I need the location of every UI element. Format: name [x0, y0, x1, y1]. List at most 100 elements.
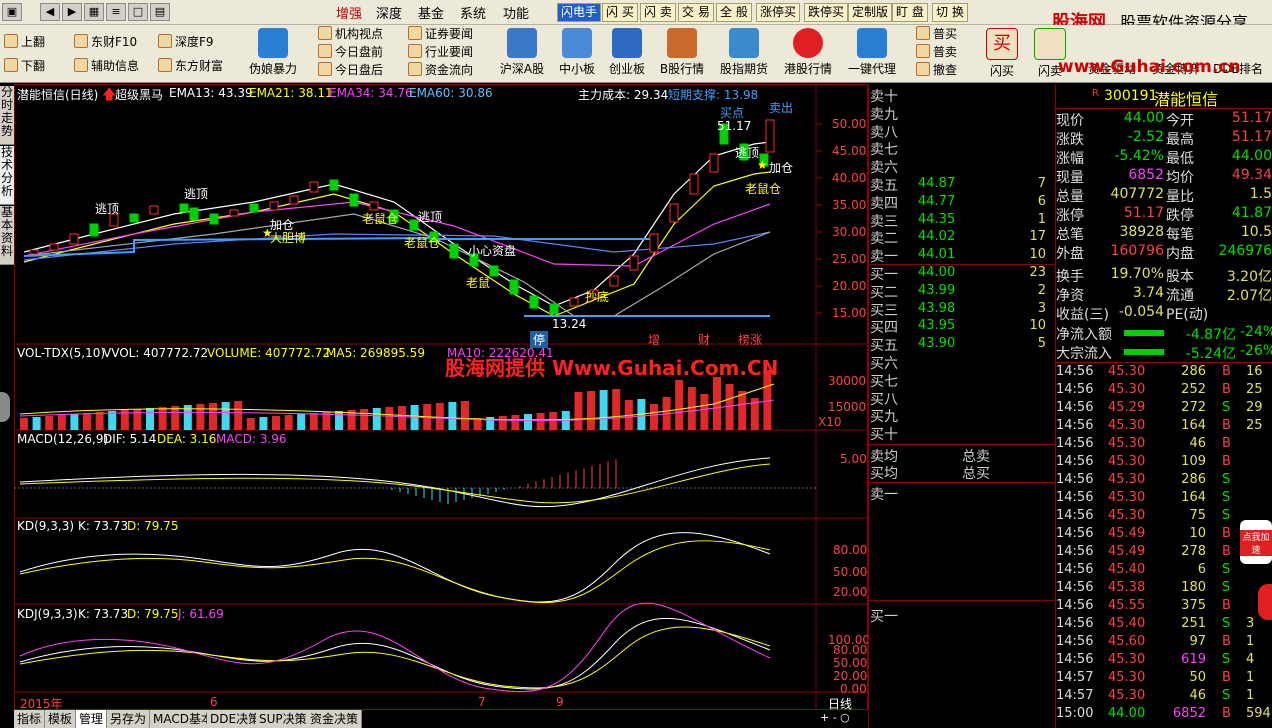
volume-bar — [587, 391, 595, 430]
zoom-controls[interactable]: + - ○ — [820, 711, 850, 724]
system-menu-icon[interactable]: ▣ — [2, 3, 22, 21]
forward-icon[interactable]: ▶ — [62, 3, 82, 21]
price-tick-15: 15.00 — [832, 306, 867, 320]
one-key-proxy-button[interactable]: 一键代理 — [842, 25, 902, 82]
volume-bar — [687, 387, 696, 430]
buy-icon — [916, 26, 930, 40]
buy-level-price[interactable]: 43.95 — [918, 318, 955, 333]
volume-bar — [700, 394, 709, 430]
volume-bar — [209, 403, 217, 430]
cancel-query-button[interactable]: 撤查 — [916, 61, 957, 79]
flash-sell-button[interactable]: 闪 卖 — [640, 3, 676, 22]
price-tick-35: 35.00 — [832, 198, 867, 212]
b-share-button[interactable]: B股行情 — [652, 25, 712, 82]
tick-volume: 10 — [1189, 526, 1206, 541]
inst-view-button[interactable]: 机构视点 — [318, 25, 383, 43]
shsz-a-button[interactable]: 沪深A股 — [492, 25, 552, 82]
post-market-button[interactable]: 今日盘后 — [318, 61, 383, 79]
menu-depth[interactable]: 深度 — [376, 3, 402, 22]
securities-news-button[interactable]: 证券要闻 — [408, 25, 473, 43]
flash-hand-button[interactable]: 闪电手 — [557, 3, 602, 22]
vol-scale: X10 — [818, 415, 842, 429]
pre-market-button[interactable]: 今日盘前 — [318, 43, 383, 61]
gem-board-button[interactable]: 创业板 — [597, 25, 657, 82]
normal-sell-button[interactable]: 普卖 — [916, 43, 957, 61]
kdj-title: KDJ(9,3,3) — [17, 607, 78, 621]
flash-buy-button[interactable]: 闪 买 — [602, 3, 638, 22]
volume-bar — [524, 414, 532, 430]
limit-up-buy-button[interactable]: 涨停买 — [756, 3, 801, 22]
hk-stocks-button[interactable]: 港股行情 — [778, 25, 838, 82]
sell-level-price[interactable]: 44.87 — [918, 176, 955, 191]
menu-system[interactable]: 系统 — [460, 3, 486, 22]
switch-button[interactable]: 切 换 — [932, 3, 968, 22]
page-down-button[interactable]: 下翻 — [4, 57, 45, 75]
stock-tag: R — [1092, 88, 1099, 99]
tab-intraday[interactable]: 分时走势 — [0, 86, 14, 145]
watch-button[interactable]: 盯 盘 — [892, 3, 928, 22]
custom-button[interactable]: 定制版 — [848, 3, 893, 22]
period-label[interactable]: 日线 — [828, 695, 852, 712]
grid-icon[interactable]: ▦ — [84, 3, 104, 21]
vol-tick: 15000 — [828, 400, 867, 414]
tick-count: 3 — [1246, 616, 1255, 631]
tab-fundamental[interactable]: 基本资料 — [0, 206, 14, 265]
tab-save-as[interactable]: 另存为 — [107, 710, 151, 728]
macd-dif-line — [19, 457, 771, 508]
tab-template[interactable]: 模板 — [45, 710, 77, 728]
tick-volume: 251 — [1181, 616, 1206, 631]
info-value: 3.20亿 — [1226, 269, 1272, 285]
candle — [369, 201, 379, 211]
volume-bar — [246, 418, 255, 430]
buy-level-price[interactable]: 43.99 — [918, 283, 955, 298]
buy-level-price[interactable]: 43.90 — [918, 336, 955, 351]
sell-level-price[interactable]: 44.02 — [918, 229, 955, 244]
volume-bar — [83, 413, 91, 430]
normal-buy-button[interactable]: 普买 — [916, 25, 957, 43]
sell-level-volume: 17 — [1029, 229, 1046, 245]
industry-icon — [408, 44, 422, 58]
capital-flow-button[interactable]: 资金流向 — [408, 61, 473, 79]
tab-sup[interactable]: SUP决策 — [256, 710, 311, 728]
all-button[interactable]: 全 般 — [716, 3, 752, 22]
menu-fund[interactable]: 基金 — [418, 3, 444, 22]
tick-price: 45.30 — [1108, 436, 1146, 451]
tick-time: 14:56 — [1056, 526, 1094, 541]
tab-fund-decision[interactable]: 资金决策 — [307, 710, 363, 728]
tab-indicator[interactable]: 指标 — [14, 710, 46, 728]
back-icon[interactable]: ◀ — [40, 3, 60, 21]
index-futures-button[interactable]: 股指期货 — [714, 25, 774, 82]
buy-level-price[interactable]: 44.00 — [918, 265, 955, 280]
industry-news-button[interactable]: 行业要闻 — [408, 43, 473, 61]
menu-function[interactable]: 功能 — [503, 3, 529, 22]
tick-time: 14:57 — [1056, 688, 1094, 703]
aux-info-button[interactable]: 辅助信息 — [74, 57, 139, 75]
sell-level-price[interactable]: 44.35 — [918, 212, 955, 227]
buy-level-price[interactable]: 43.98 — [918, 301, 955, 316]
eastmoney-button[interactable]: 东方财富 — [158, 57, 223, 75]
detail-icon[interactable]: ▤ — [150, 3, 170, 21]
limit-down-buy-button[interactable]: 跌停买 — [804, 3, 849, 22]
sell-level-price[interactable]: 44.01 — [918, 247, 955, 262]
info-label: 现量 — [1056, 170, 1084, 186]
float-ball-icon[interactable] — [1258, 584, 1272, 620]
menu-enhance[interactable]: 增强 — [336, 3, 362, 22]
list-icon[interactable]: ≡ — [106, 3, 126, 21]
info-value: 38928 — [1119, 224, 1164, 240]
volume-bar — [171, 406, 180, 430]
toolbar-weiniang-button[interactable]: 伪娘暴力 — [243, 25, 303, 82]
f10-button[interactable]: 东财F10 — [74, 33, 137, 51]
f9-button[interactable]: 深度F9 — [158, 33, 214, 51]
window-icon[interactable]: □ — [128, 3, 148, 21]
volume-bar — [284, 415, 293, 430]
page-up-button[interactable]: 上翻 — [4, 33, 45, 51]
collapse-handle[interactable] — [0, 392, 10, 422]
tab-manage[interactable]: 管理 — [76, 710, 108, 728]
trade-button[interactable]: 交 易 — [678, 3, 714, 22]
tick-side: B — [1222, 436, 1231, 451]
sell-level-price[interactable]: 44.77 — [918, 194, 955, 209]
info-value: 49.34 — [1231, 167, 1272, 183]
tab-technical[interactable]: 技术分析 — [0, 146, 14, 205]
volume-bar — [108, 411, 117, 430]
float-ad[interactable]: 点我加速 — [1240, 520, 1272, 564]
